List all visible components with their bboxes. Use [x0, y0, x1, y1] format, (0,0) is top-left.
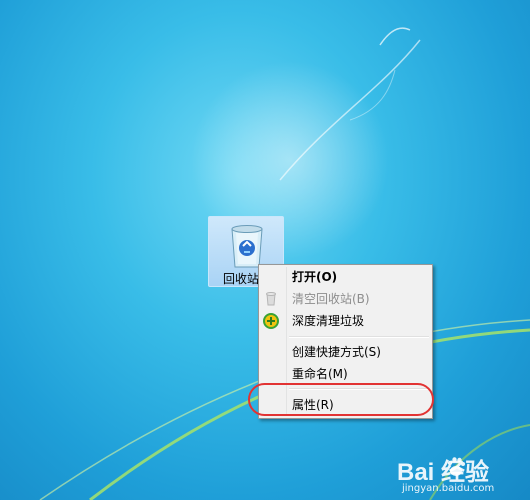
watermark-logo: Bai 经验 — [397, 459, 490, 486]
menu-item-label: 清空回收站(B) — [292, 292, 370, 306]
deep-clean-icon — [263, 313, 279, 329]
recycle-bin-icon — [231, 225, 263, 268]
menu-item-label: 创建快捷方式(S) — [292, 345, 381, 359]
empty-bin-icon — [266, 292, 276, 306]
watermark-url: jingyan.baidu.com — [402, 483, 495, 494]
menu-item-label: 打开(O) — [292, 270, 338, 284]
menu-separator — [289, 336, 429, 338]
menu-item-create-shortcut[interactable]: 创建快捷方式(S) — [261, 341, 430, 363]
menu-item-label: 深度清理垃圾 — [292, 314, 365, 328]
baidu-jingyan-watermark: Bai 经验 jingyan.baidu.com — [397, 452, 527, 498]
menu-item-empty-recycle-bin[interactable]: 清空回收站(B) — [261, 288, 430, 310]
menu-item-label: 重命名(M) — [292, 367, 348, 381]
menu-item-rename[interactable]: 重命名(M) — [261, 363, 430, 385]
menu-item-open[interactable]: 打开(O) — [261, 266, 430, 288]
annotation-highlight-ring — [248, 383, 434, 416]
menu-item-deep-clean[interactable]: 深度清理垃圾 — [261, 310, 430, 332]
paw-icon — [447, 457, 465, 476]
